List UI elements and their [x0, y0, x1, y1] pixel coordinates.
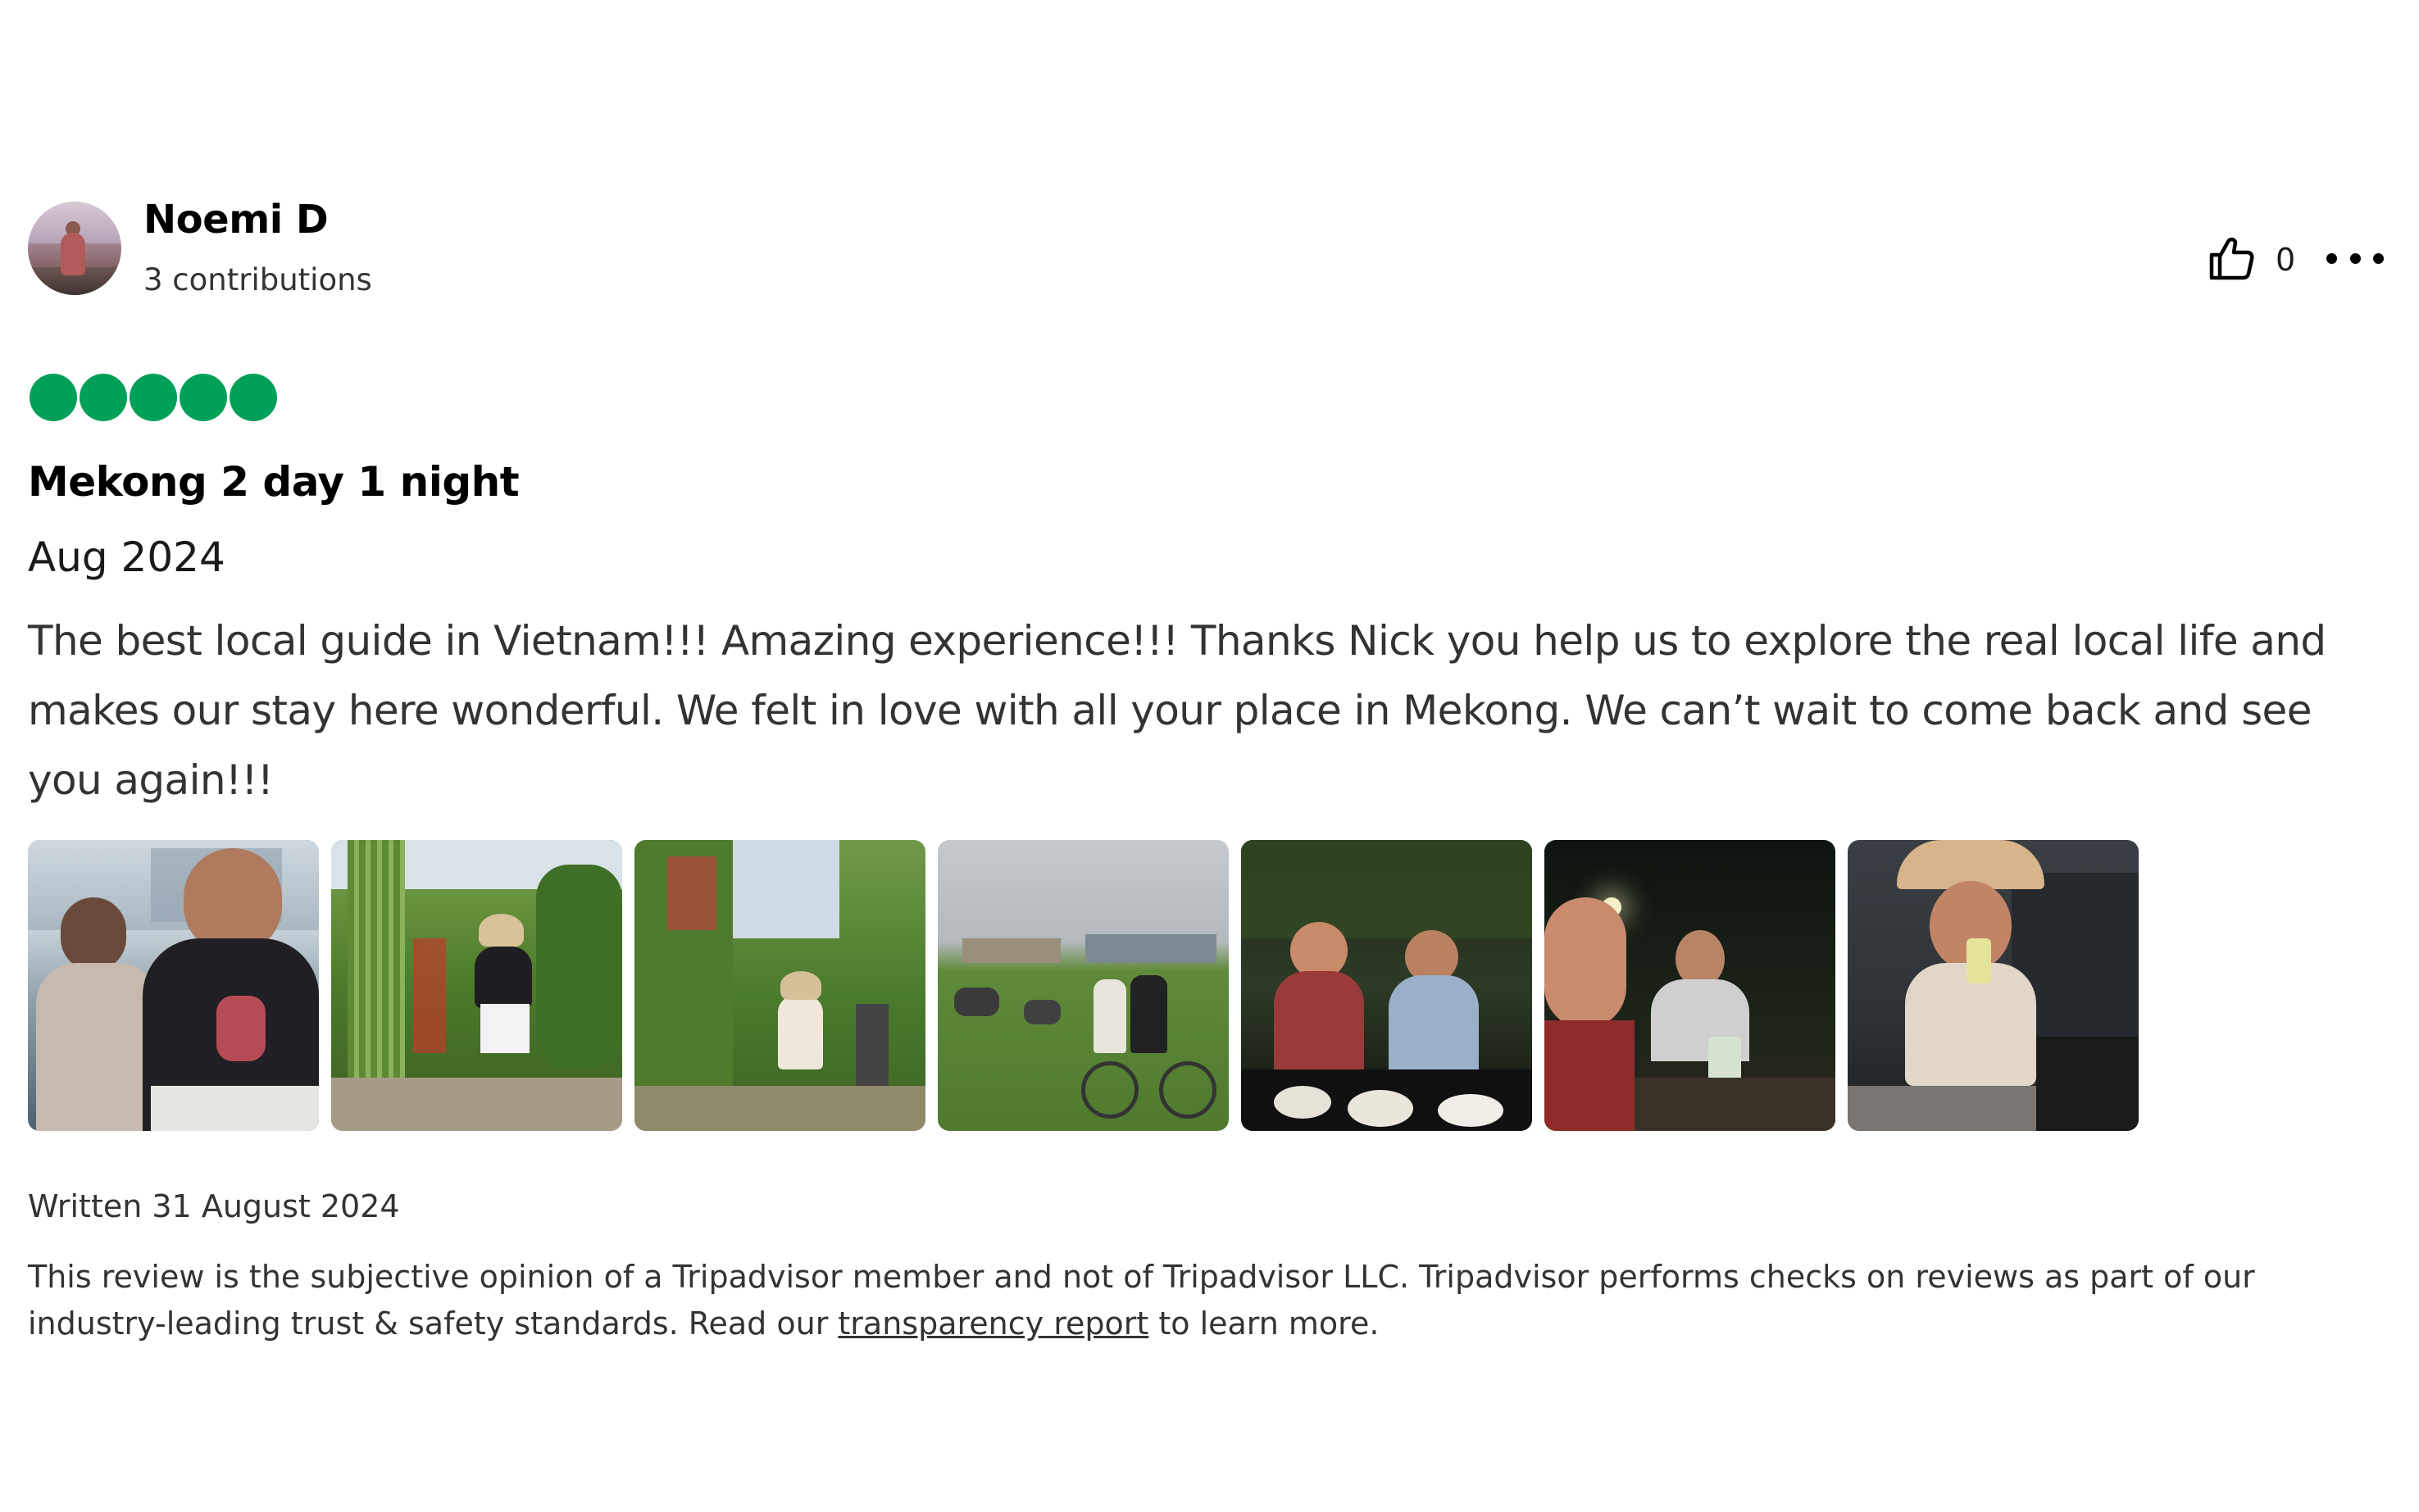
review-disclaimer: This review is the subjective opinion of…	[28, 1254, 2372, 1347]
review-photo-6[interactable]	[1544, 840, 1835, 1131]
review-card: Noemi D 3 contributions 0 Mekong 2 day 1…	[0, 0, 2419, 1512]
rating-bubble-filled	[80, 374, 127, 421]
rating-bubble-filled	[30, 374, 77, 421]
review-photo-2[interactable]	[331, 840, 622, 1131]
author-contributions: 3 contributions	[143, 262, 372, 297]
review-text: The best local guide in Vietnam!!! Amazi…	[28, 617, 2326, 804]
review-photo-4[interactable]	[938, 840, 1229, 1131]
rating-bubbles	[30, 374, 277, 421]
written-date: Written 31 August 2024	[28, 1188, 400, 1224]
review-photo-3[interactable]	[634, 840, 925, 1131]
rating-bubble-filled	[180, 374, 227, 421]
more-options-icon[interactable]	[2326, 238, 2384, 279]
review-photo-1[interactable]	[28, 840, 319, 1131]
review-title[interactable]: Mekong 2 day 1 night	[28, 454, 520, 510]
review-photos	[28, 840, 2139, 1131]
author-name[interactable]: Noemi D	[143, 193, 329, 246]
rating-bubble-filled	[230, 374, 277, 421]
avatar[interactable]	[28, 202, 121, 295]
disclaimer-text-end: to learn more.	[1148, 1305, 1380, 1342]
review-photo-5[interactable]	[1241, 840, 1532, 1131]
rating-bubble-filled	[130, 374, 177, 421]
trip-date: Aug 2024	[28, 534, 225, 581]
helpful-vote-button[interactable]: 0	[2205, 231, 2295, 288]
helpful-count: 0	[2276, 242, 2296, 278]
thumbs-up-icon	[2205, 232, 2258, 288]
transparency-report-link[interactable]: transparency report	[838, 1305, 1148, 1342]
review-photo-7[interactable]	[1848, 840, 2139, 1131]
